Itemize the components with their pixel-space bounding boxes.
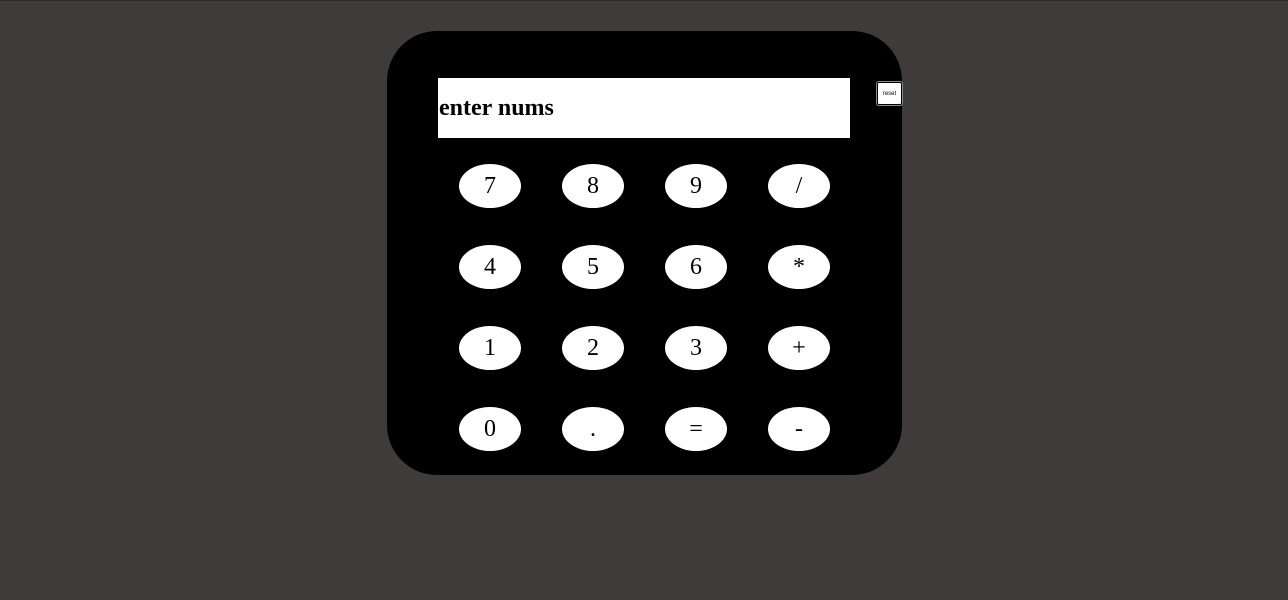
display-input[interactable] (438, 78, 850, 138)
key-minus[interactable]: - (768, 407, 830, 451)
key-divide[interactable]: / (768, 164, 830, 208)
page-top-border (0, 0, 1288, 1)
key-7[interactable]: 7 (459, 164, 521, 208)
key-3[interactable]: 3 (665, 326, 727, 370)
key-2[interactable]: 2 (562, 326, 624, 370)
key-1[interactable]: 1 (459, 326, 521, 370)
key-decimal[interactable]: . (562, 407, 624, 451)
reset-button[interactable]: reset (877, 82, 902, 105)
key-8[interactable]: 8 (562, 164, 624, 208)
key-multiply[interactable]: * (768, 245, 830, 289)
key-9[interactable]: 9 (665, 164, 727, 208)
key-equals[interactable]: = (665, 407, 727, 451)
key-4[interactable]: 4 (459, 245, 521, 289)
key-plus[interactable]: + (768, 326, 830, 370)
key-6[interactable]: 6 (665, 245, 727, 289)
calculator-body: 7 8 9 / 4 5 6 * 1 2 3 + 0 . = - (387, 31, 902, 475)
key-5[interactable]: 5 (562, 245, 624, 289)
key-0[interactable]: 0 (459, 407, 521, 451)
